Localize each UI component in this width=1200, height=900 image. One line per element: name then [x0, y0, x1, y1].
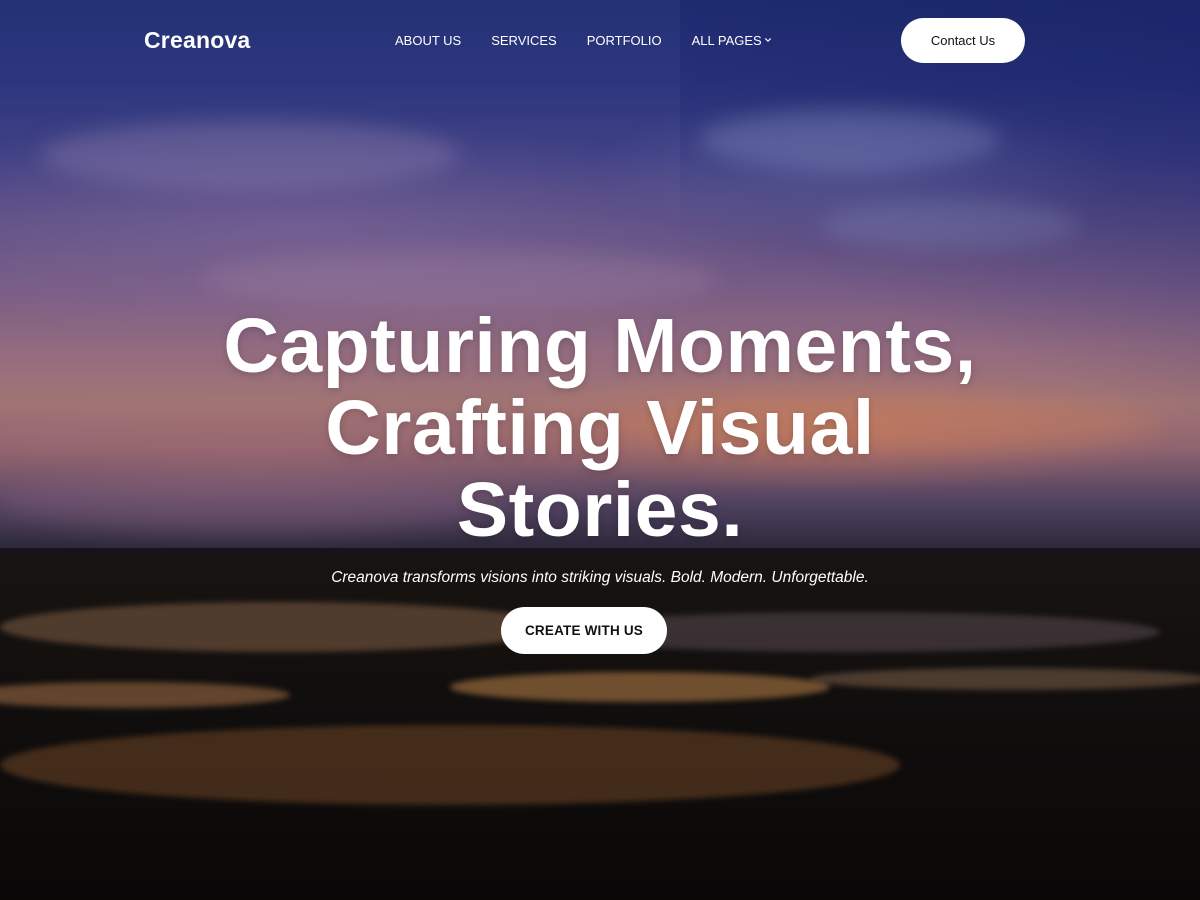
nav-item-label: SERVICES: [491, 33, 557, 48]
nav-item-label: PORTFOLIO: [586, 33, 662, 48]
contact-us-button[interactable]: Contact Us: [901, 18, 1025, 63]
headline-line: Capturing Moments,: [223, 303, 977, 389]
nav-item-services[interactable]: SERVICES: [491, 33, 557, 48]
brand-logo[interactable]: Creanova: [144, 27, 250, 54]
hero-section: Creanova ABOUT US SERVICES PORTFOLIO ALL…: [0, 0, 1200, 900]
top-navigation: Creanova ABOUT US SERVICES PORTFOLIO ALL…: [0, 0, 1200, 82]
hero-headline: Capturing Moments, Crafting Visual Stori…: [100, 305, 1100, 551]
create-with-us-button[interactable]: CREATE WITH US: [501, 607, 667, 654]
chevron-down-icon: [764, 37, 771, 42]
nav-item-label: ABOUT US: [395, 33, 462, 48]
headline-line: Stories.: [456, 467, 744, 553]
nav-item-portfolio[interactable]: PORTFOLIO: [587, 33, 662, 48]
nav-item-about-us[interactable]: ABOUT US: [395, 33, 461, 48]
nav-item-all-pages[interactable]: ALL PAGES: [692, 33, 772, 48]
main-menu: ABOUT US SERVICES PORTFOLIO ALL PAGES: [395, 33, 772, 48]
nav-item-label: ALL PAGES: [691, 33, 762, 48]
hero-subtitle: Creanova transforms visions into strikin…: [331, 569, 869, 586]
headline-line: Crafting Visual: [325, 385, 875, 471]
